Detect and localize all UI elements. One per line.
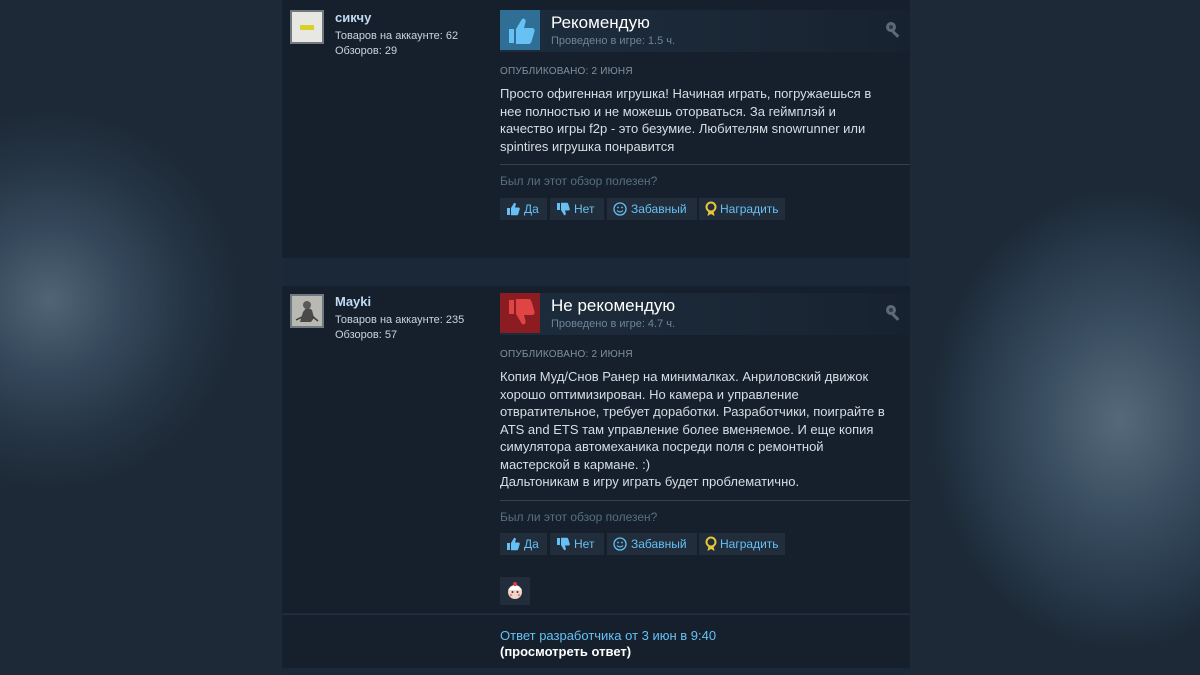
review-text-line: мастерской в кармане. :) <box>500 456 651 472</box>
developer-reply: Ответ разработчика от 3 июн в 9:40 (прос… <box>282 614 910 668</box>
thumbs-up-icon <box>507 537 520 551</box>
background-left <box>0 0 282 675</box>
review-text-line: Просто офигенная игрушка! Начиная играть… <box>500 86 872 101</box>
products-count[interactable]: Товаров на аккаунте: 235 <box>335 314 464 326</box>
award-button[interactable]: Наградить <box>699 198 785 220</box>
thumbs-up-icon <box>507 202 520 216</box>
author-name[interactable]: Mayki <box>335 294 371 309</box>
award-corner-icon[interactable] <box>884 20 902 38</box>
review-card: Mayki Товаров на аккаунте: 235 Обзоров: … <box>282 286 910 613</box>
background-right <box>910 0 1200 675</box>
review-text-line: spintires игрушка понравится <box>500 138 675 154</box>
vote-yes-button[interactable]: Да <box>500 198 547 220</box>
avatar[interactable] <box>290 10 324 44</box>
posted-date: Опубликовано: 2 июня <box>500 66 633 77</box>
review-card: сикчу Товаров на аккаунте: 62 Обзоров: 2… <box>282 0 910 258</box>
award-icon <box>705 201 717 216</box>
thumbs-up-icon <box>500 10 540 50</box>
hours-played: Проведено в игре: 1.5 ч. <box>551 35 676 47</box>
review-text-line: отвратительное, требует доработки. Разра… <box>500 404 885 419</box>
review-text-line: нее полностью и не можешь оторваться. За… <box>500 103 836 119</box>
developer-reply-link[interactable]: Ответ разработчика от 3 июн в 9:40 <box>500 628 716 643</box>
review-text-line: хорошо оптимизирован. Но камера и управл… <box>500 386 799 402</box>
avatar[interactable] <box>290 294 324 328</box>
products-count[interactable]: Товаров на аккаунте: 62 <box>335 30 458 42</box>
award-button[interactable]: Наградить <box>699 533 785 555</box>
smiley-icon <box>613 537 627 551</box>
award-label: Наградить <box>720 202 779 216</box>
divider <box>500 500 910 501</box>
verdict-title[interactable]: Рекомендую <box>551 13 650 33</box>
award-icon <box>705 536 717 551</box>
vote-no-button[interactable]: Нет <box>550 198 604 220</box>
view-reply-link[interactable]: (просмотреть ответ) <box>500 644 631 659</box>
reviews-count[interactable]: Обзоров: 29 <box>335 45 397 57</box>
review-text[interactable]: Просто офигенная игрушка! Начиная играть… <box>500 85 895 155</box>
divider <box>500 164 910 165</box>
posted-date: Опубликовано: 2 июня <box>500 349 633 360</box>
thumbs-down-icon <box>557 537 570 551</box>
vote-funny-button[interactable]: Забавный <box>607 198 697 220</box>
vote-no-label: Нет <box>574 202 595 216</box>
author-name[interactable]: сикчу <box>335 10 371 25</box>
emoji-award-icon[interactable] <box>500 577 530 605</box>
vote-header[interactable]: Не рекомендую Проведено в игре: 4.7 ч. <box>500 293 910 335</box>
helpful-question: Был ли этот обзор полезен? <box>500 174 658 188</box>
award-label: Наградить <box>720 537 779 551</box>
vote-funny-button[interactable]: Забавный <box>607 533 697 555</box>
smiley-icon <box>613 202 627 216</box>
vote-no-button[interactable]: Нет <box>550 533 604 555</box>
vote-funny-label: Забавный <box>631 202 687 216</box>
review-text-line: симулятора автомеханика посреди поля с р… <box>500 439 824 454</box>
reviews-count[interactable]: Обзоров: 57 <box>335 329 397 341</box>
vote-yes-label: Да <box>524 202 539 216</box>
helpful-question: Был ли этот обзор полезен? <box>500 510 658 524</box>
thumbs-down-icon <box>500 293 540 333</box>
review-text-line: Дальтоникам в игру играть будет проблема… <box>500 474 800 489</box>
vote-yes-label: Да <box>524 537 539 551</box>
review-text-line: качество игры f2p - это безумие. Любител… <box>500 121 866 136</box>
vote-header[interactable]: Рекомендую Проведено в игре: 1.5 ч. <box>500 10 910 52</box>
vote-yes-button[interactable]: Да <box>500 533 547 555</box>
thumbs-down-icon <box>557 202 570 216</box>
hours-played: Проведено в игре: 4.7 ч. <box>551 318 676 330</box>
review-text-line: ATS and ETS там управление более вменяем… <box>500 421 874 437</box>
review-text[interactable]: Копия Муд/Снов Ранер на минималках. Анри… <box>500 368 895 491</box>
award-corner-icon[interactable] <box>884 303 902 321</box>
vote-no-label: Нет <box>574 537 595 551</box>
review-text-line: Копия Муд/Снов Ранер на минималках. Анри… <box>500 369 869 384</box>
verdict-title[interactable]: Не рекомендую <box>551 296 675 316</box>
vote-funny-label: Забавный <box>631 537 687 551</box>
